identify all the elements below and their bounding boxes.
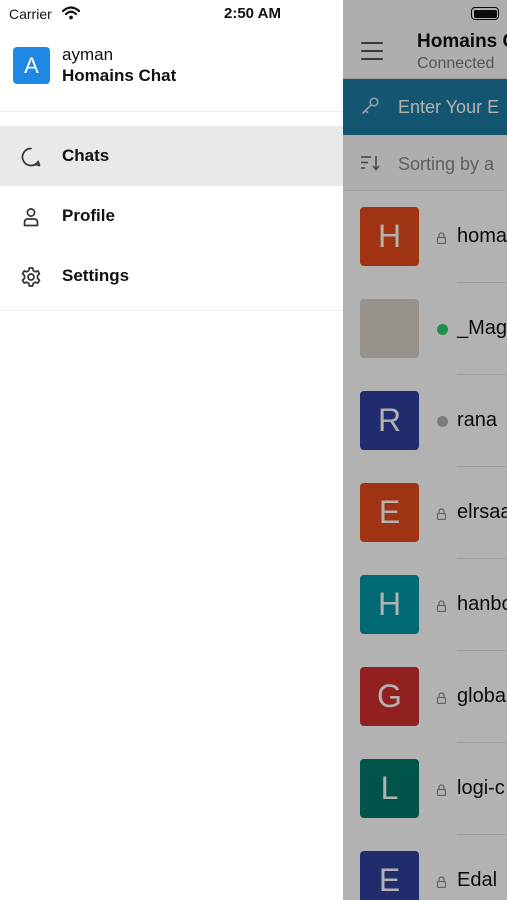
- wifi-icon: [62, 6, 80, 20]
- side-drawer: Carrier 2:50 AM A ayman Homains Chat Cha…: [0, 0, 343, 900]
- carrier-label: Carrier: [9, 6, 52, 22]
- clock: 2:50 AM: [224, 5, 281, 22]
- drawer-item-settings[interactable]: Settings: [0, 246, 343, 306]
- gear-icon: [21, 267, 41, 287]
- divider: [0, 310, 343, 311]
- drawer-item-label: Settings: [62, 266, 130, 285]
- chat-bubble-icon: [21, 147, 41, 167]
- drawer-nav: Chats Profile Settings: [0, 126, 343, 306]
- drawer-item-label: Chats: [62, 146, 110, 165]
- status-bar: Carrier 2:50 AM: [0, 0, 343, 28]
- person-icon: [23, 208, 39, 227]
- username: ayman: [62, 45, 114, 64]
- drawer-backdrop[interactable]: [343, 0, 507, 900]
- drawer-item-profile[interactable]: Profile: [0, 186, 343, 246]
- drawer-item-label: Profile: [62, 206, 115, 225]
- drawer-header[interactable]: A ayman Homains Chat: [0, 28, 343, 112]
- server-name: Homains Chat: [62, 66, 177, 85]
- avatar: A: [13, 47, 50, 84]
- drawer-item-chats[interactable]: Chats: [0, 126, 343, 186]
